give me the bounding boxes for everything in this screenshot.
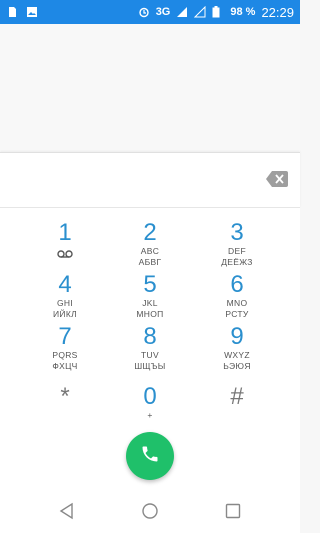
home-icon[interactable] <box>141 502 159 520</box>
status-bar: 3G 98 % 22:29 <box>0 0 300 24</box>
call-area <box>0 432 300 488</box>
digits-row <box>0 152 300 208</box>
key-3[interactable]: 3 DEF ДЕЁЖЗ <box>192 220 282 274</box>
key-0[interactable]: 0 + <box>105 384 195 438</box>
key-7[interactable]: 7 PQRS ФХЦЧ <box>20 324 110 378</box>
battery-icon <box>212 6 224 18</box>
signal-empty-icon <box>194 5 206 18</box>
alarm-icon <box>138 6 150 18</box>
key-2[interactable]: 2 ABC АБВГ <box>105 220 195 274</box>
backspace-icon[interactable] <box>266 171 288 187</box>
image-icon <box>26 6 38 18</box>
recents-icon[interactable] <box>224 502 242 520</box>
clock: 22:29 <box>261 4 294 20</box>
call-log-area <box>0 24 300 152</box>
voicemail-icon <box>20 246 110 258</box>
key-5[interactable]: 5 JKL МНОП <box>105 272 195 326</box>
key-4[interactable]: 4 GHI ИЙКЛ <box>20 272 110 326</box>
key-9[interactable]: 9 WXYZ ЬЭЮЯ <box>192 324 282 378</box>
signal-icon <box>176 6 188 18</box>
battery-percent: 98 % <box>230 6 256 18</box>
network-type: 3G <box>155 6 171 18</box>
key-8[interactable]: 8 TUV ШЩЪЫ <box>105 324 195 378</box>
navigation-bar <box>0 488 300 533</box>
key-1[interactable]: 1 <box>20 220 110 274</box>
phone-icon <box>140 444 160 469</box>
key-star[interactable]: * <box>20 384 110 438</box>
sd-card-icon <box>6 6 18 18</box>
call-button[interactable] <box>126 432 174 480</box>
key-6[interactable]: 6 MNO РСТУ <box>192 272 282 326</box>
key-hash[interactable]: # <box>192 384 282 438</box>
dial-pad: 1 2 ABC АБВГ 3 DEF ДЕЁЖЗ 4 GHI ИЙКЛ 5 JK… <box>0 208 300 432</box>
digits-field[interactable] <box>16 167 246 195</box>
back-icon[interactable] <box>58 502 76 520</box>
